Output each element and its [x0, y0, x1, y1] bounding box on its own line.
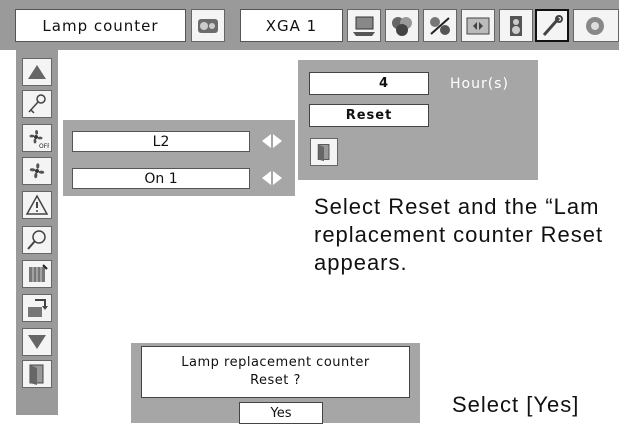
menu-title: Lamp counter: [15, 9, 186, 42]
confirm-message-line-2: Reset ?: [250, 373, 301, 388]
confirm-message: Lamp replacement counter Reset ?: [141, 346, 410, 398]
warning-icon[interactable]: [22, 191, 52, 219]
left-arrow-icon[interactable]: [262, 171, 271, 185]
exit-icon[interactable]: [22, 360, 52, 388]
exit-icon: [317, 144, 330, 162]
reset-button[interactable]: Reset: [309, 104, 429, 127]
lamp-hours-unit: Hour(s): [450, 75, 509, 92]
setting-icon[interactable]: [535, 9, 569, 42]
description-line-3: appears.: [314, 250, 408, 275]
yes-button[interactable]: Yes: [239, 402, 323, 424]
fan-icon[interactable]: [22, 157, 52, 185]
left-arrow-icon[interactable]: [262, 134, 271, 148]
lamp-selection-arrows[interactable]: [255, 132, 289, 150]
exit-button[interactable]: [310, 138, 338, 166]
svg-text:OFF: OFF: [39, 143, 49, 149]
lamp-mode-field[interactable]: On 1: [72, 168, 250, 189]
filter-icon[interactable]: [22, 260, 52, 288]
input-mode-display: XGA 1: [240, 9, 343, 42]
lamp-selection-field[interactable]: L2: [72, 131, 250, 152]
sound-icon[interactable]: [499, 9, 533, 42]
up-arrow-icon[interactable]: [22, 58, 52, 86]
description-line-1: Select Reset and the “Lam: [314, 194, 600, 219]
filter-reset-icon[interactable]: [22, 294, 52, 322]
right-arrow-icon[interactable]: [273, 134, 282, 148]
fan-off-icon[interactable]: OFF: [22, 124, 52, 152]
screen-icon[interactable]: [461, 9, 495, 42]
confirm-message-line-1: Lamp replacement counter: [181, 355, 370, 370]
color-adjust-icon[interactable]: [423, 9, 457, 42]
lamp-hours-value: 4: [309, 72, 429, 95]
pc-adjust-icon[interactable]: [347, 9, 381, 42]
down-arrow-icon[interactable]: [22, 328, 52, 356]
image-adjust-icon[interactable]: [385, 9, 419, 42]
information-icon[interactable]: [573, 9, 619, 42]
image-select-icon[interactable]: [191, 9, 225, 42]
key-icon[interactable]: [22, 90, 52, 118]
lamp-mode-arrows[interactable]: [255, 169, 289, 187]
lamp-icon[interactable]: [22, 226, 52, 254]
description-line-2: replacement counter Reset: [314, 222, 604, 247]
right-arrow-icon[interactable]: [273, 171, 282, 185]
instruction-text: Select [Yes]: [452, 392, 580, 417]
